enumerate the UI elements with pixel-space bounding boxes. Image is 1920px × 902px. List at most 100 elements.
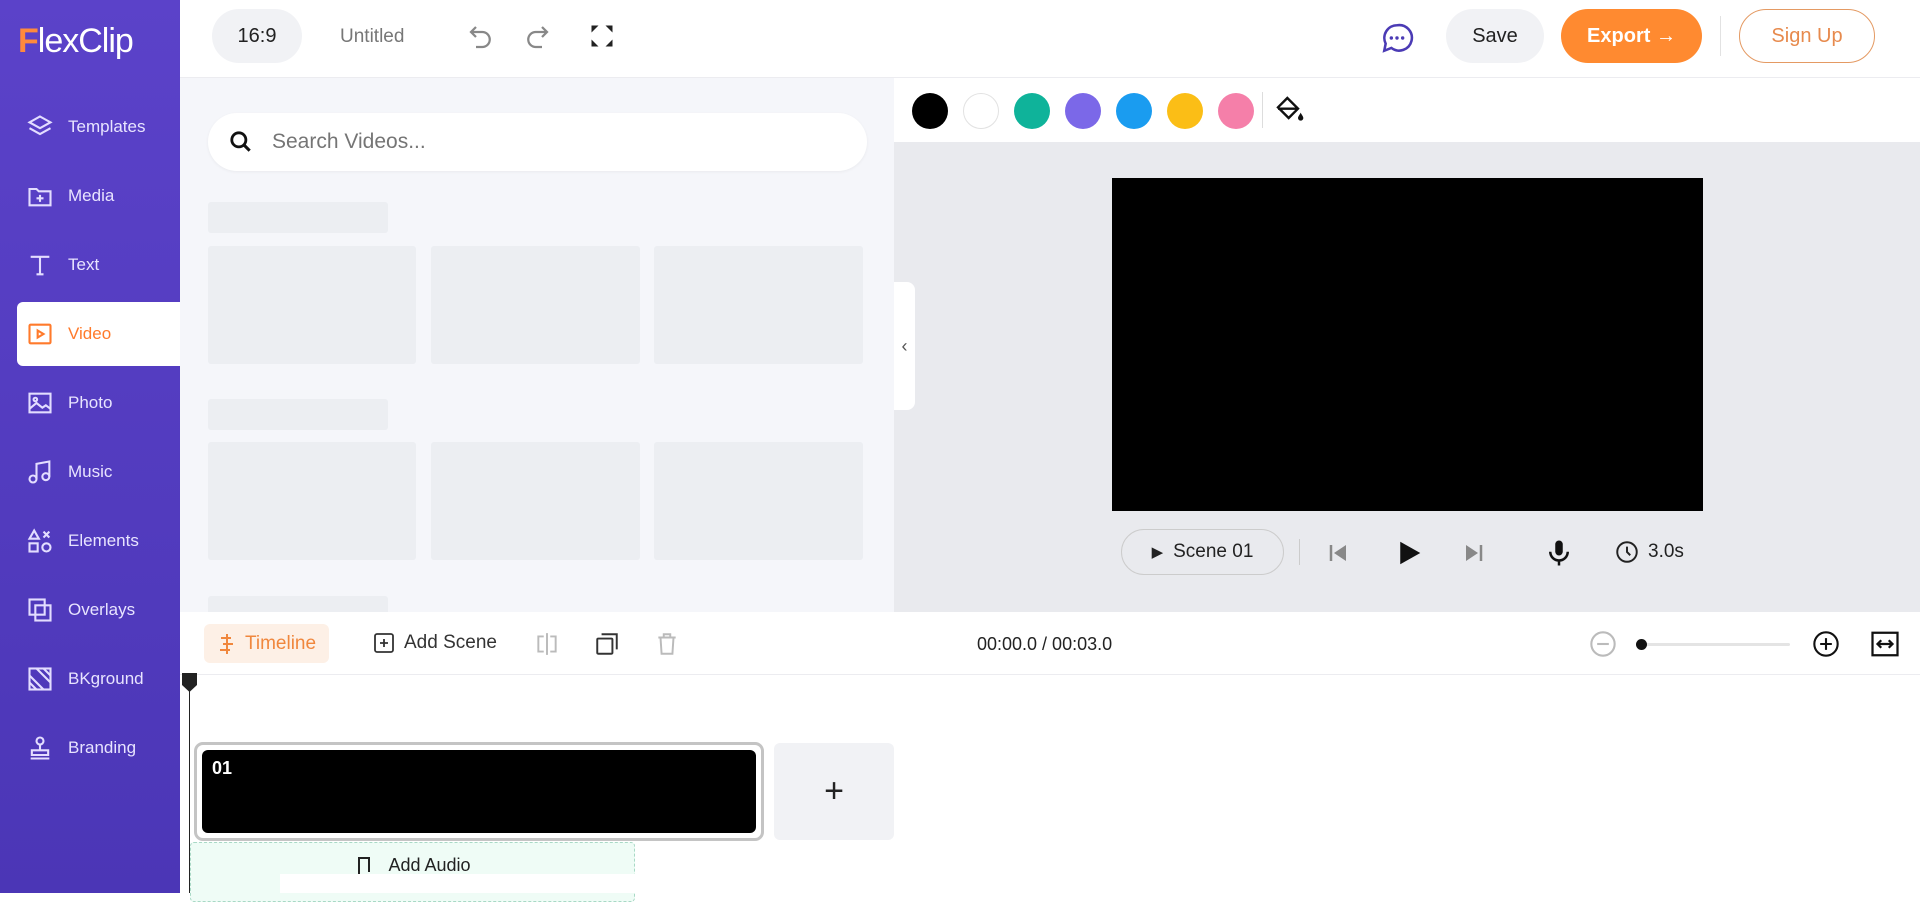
add-scene-button[interactable]: Add Scene [372, 631, 497, 655]
undo-icon[interactable] [466, 22, 496, 52]
sidebar-item-text[interactable]: Text [0, 233, 180, 297]
project-title[interactable]: Untitled [340, 26, 404, 48]
sidebar-item-label: Music [68, 462, 113, 481]
chevron-left-icon: ‹ [901, 335, 908, 356]
aspect-ratio-button[interactable]: 16:9 [212, 9, 302, 63]
loading-placeholder [208, 399, 388, 430]
plus-icon: + [824, 772, 844, 810]
sidebar-item-label: Branding [68, 738, 137, 757]
overlay-icon [28, 598, 52, 622]
music-icon [28, 460, 51, 484]
color-toolbar [894, 78, 1920, 142]
sidebar-item-label: Photo [68, 393, 113, 412]
play-icon[interactable] [1394, 538, 1424, 568]
sidebar-item-label: Video [68, 324, 112, 343]
add-scene-label: Add Scene [404, 632, 497, 653]
loading-placeholder [208, 246, 416, 364]
add-square-icon [374, 633, 394, 653]
timeline-tab[interactable]: Timeline [204, 624, 329, 663]
sidebar-item-overlays[interactable]: Overlays [0, 578, 180, 642]
sidebar-item-bkground[interactable]: BKground [0, 647, 180, 711]
duplicate-icon[interactable] [594, 631, 620, 657]
previous-scene-icon[interactable] [1326, 541, 1350, 565]
scene-selector[interactable]: ▶ Scene 01 [1121, 529, 1284, 575]
sign-up-button[interactable]: Sign Up [1739, 9, 1875, 63]
stamp-icon [30, 736, 50, 760]
scene-number: 01 [202, 750, 756, 833]
redo-icon[interactable] [522, 22, 552, 52]
color-swatch[interactable] [1218, 93, 1254, 129]
sidebar-item-templates[interactable]: Templates [0, 95, 180, 159]
sidebar-item-video[interactable]: Video [17, 302, 180, 366]
color-swatch[interactable] [1116, 93, 1152, 129]
sidebar-item-label: Media [68, 186, 115, 205]
duration-text: 3.0s [1648, 541, 1684, 562]
search-input[interactable] [272, 130, 832, 154]
loading-placeholder [431, 246, 640, 364]
shapes-icon [27, 528, 52, 553]
folder-plus-icon [28, 187, 52, 207]
loading-placeholder [654, 246, 863, 364]
paint-bucket-icon[interactable] [1274, 94, 1306, 126]
scene-clip[interactable]: 01 [194, 742, 764, 841]
export-button[interactable]: Export → [1561, 9, 1702, 63]
sidebar-item-label: Elements [68, 531, 139, 550]
flexclip-logo[interactable]: FlexClip [18, 22, 134, 61]
next-scene-icon[interactable] [1462, 541, 1486, 565]
color-swatch[interactable] [1014, 93, 1050, 129]
loading-placeholder [208, 202, 388, 233]
timecode: 00:00.0 / 00:03.0 [977, 634, 1113, 654]
collapse-panel-handle[interactable]: ‹ [894, 282, 915, 410]
zoom-slider[interactable] [1636, 639, 1790, 650]
image-icon [28, 392, 52, 414]
color-swatch[interactable] [1065, 93, 1101, 129]
save-button[interactable]: Save [1446, 9, 1544, 63]
color-swatch[interactable] [912, 93, 948, 129]
fit-timeline-icon[interactable] [1870, 629, 1900, 659]
video-canvas[interactable] [1112, 178, 1703, 511]
sidebar-item-elements[interactable]: Elements [0, 509, 180, 573]
divider [1262, 92, 1263, 128]
delete-icon[interactable] [654, 631, 680, 657]
scene-label: Scene 01 [1173, 541, 1254, 562]
timeline-toolbar: Timeline Add Scene 00:00.0 / 00:03.0 [180, 612, 1920, 675]
duration-display: 3.0s [1614, 539, 1684, 565]
zoom-out-icon[interactable] [1589, 630, 1617, 658]
search-bar[interactable] [208, 113, 867, 171]
divider [1720, 16, 1721, 56]
color-swatch[interactable] [963, 93, 999, 129]
clock-icon [1616, 541, 1638, 563]
zoom-slider-handle[interactable] [1636, 639, 1647, 650]
sidebar-item-label: BKground [68, 669, 144, 688]
sidebar-item-photo[interactable]: Photo [0, 371, 180, 435]
background-icon [28, 667, 52, 691]
zoom-in-icon[interactable] [1812, 630, 1840, 658]
search-icon [230, 131, 251, 152]
timeline-label: Timeline [244, 632, 317, 654]
chat-icon[interactable] [1380, 21, 1414, 55]
top-bar: 16:9 Untitled Save Export → Sign Up [180, 0, 1920, 78]
fullscreen-icon[interactable] [588, 22, 616, 50]
loading-placeholder [208, 596, 388, 612]
sidebar-item-music[interactable]: Music [0, 440, 180, 504]
text-icon [30, 255, 50, 276]
timeline-icon [219, 633, 233, 654]
sidebar-item-label: Templates [68, 117, 146, 136]
color-swatch[interactable] [1167, 93, 1203, 129]
sidebar-item-label: Text [68, 255, 100, 274]
sidebar-item-media[interactable]: Media [0, 164, 180, 228]
playhead-handle[interactable] [181, 673, 198, 693]
add-audio-track[interactable]: Add Audio [190, 842, 635, 902]
video-library-panel [180, 78, 894, 612]
sidebar: FlexClip Templates Media Text Video Photo Mus… [0, 0, 180, 893]
loading-placeholder [654, 442, 863, 560]
sidebar-item-branding[interactable]: Branding [0, 716, 180, 780]
add-scene-tile[interactable]: + [774, 743, 894, 840]
overlay-mask [280, 874, 640, 893]
loading-placeholder [431, 442, 640, 560]
divider [1299, 539, 1300, 565]
layers-icon [27, 115, 53, 136]
microphone-icon[interactable] [1544, 538, 1574, 568]
split-icon[interactable] [534, 631, 560, 657]
preview-stage: ‹ ▶ Scene 01 3.0s [894, 142, 1920, 612]
